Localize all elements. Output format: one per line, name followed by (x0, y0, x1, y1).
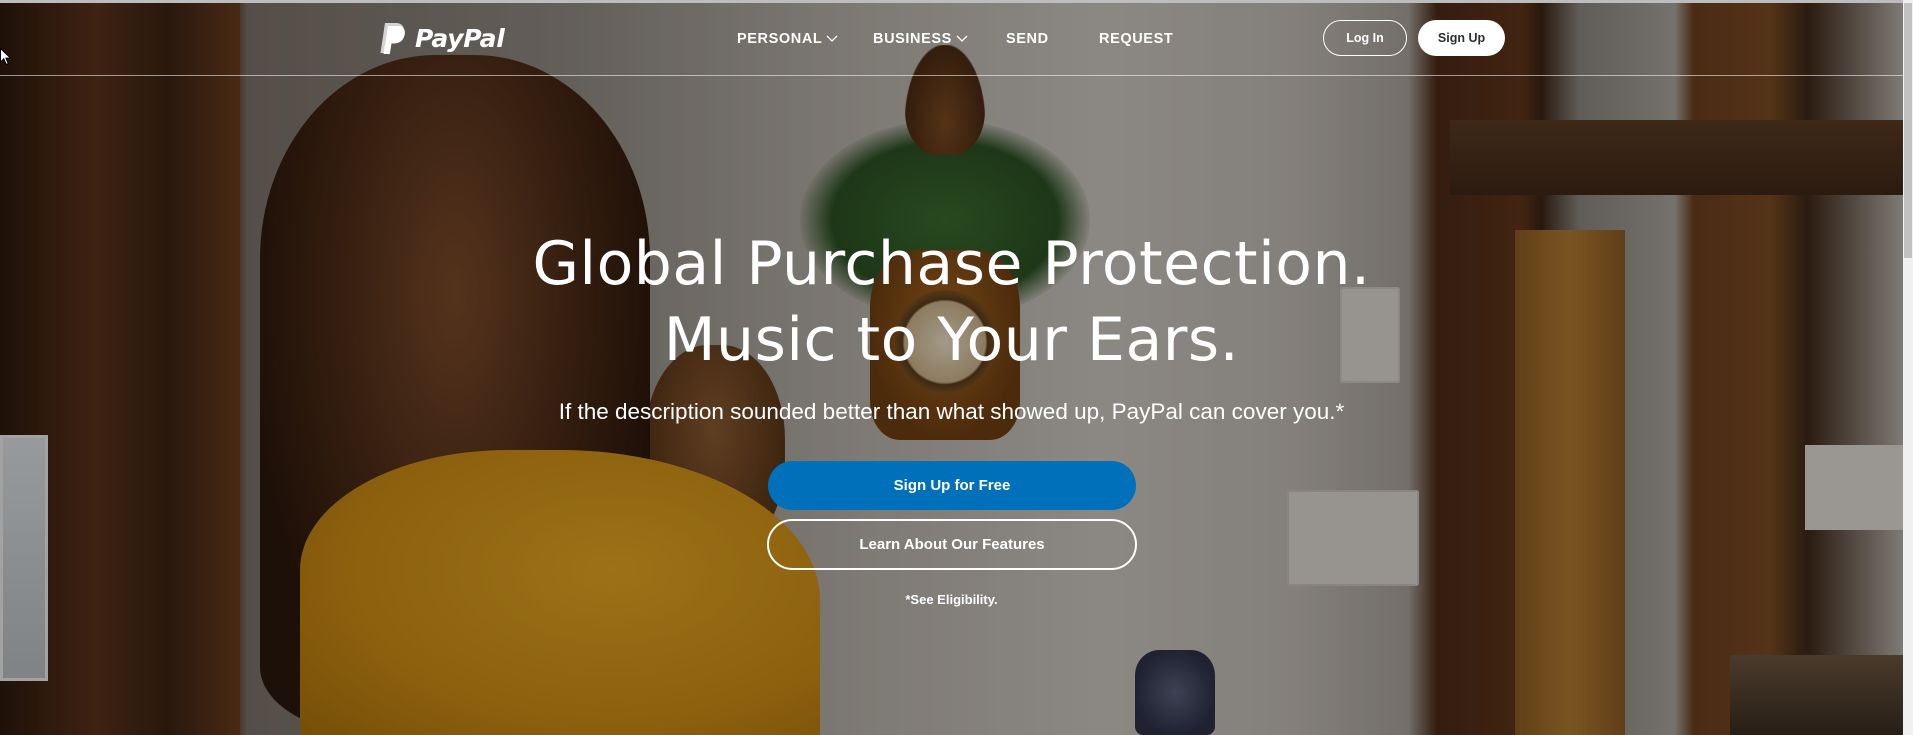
nav-item-label: SEND (1006, 31, 1049, 47)
paypal-logo[interactable]: PayPal (377, 22, 505, 55)
learn-features-button[interactable]: Learn About Our Features (767, 519, 1137, 570)
hero-subtitle: If the description sounded better than w… (558, 399, 1345, 424)
nav-item-label: REQUEST (1099, 31, 1174, 47)
mouse-cursor-icon (0, 48, 12, 66)
site-header: PayPal PERSONAL BUSINESS SEND REQUEST Lo… (0, 3, 1903, 76)
chevron-down-icon (956, 35, 968, 42)
nav-item-label: PERSONAL (737, 31, 823, 47)
nav-item-send[interactable]: SEND (1006, 31, 1049, 47)
hero-title: Global Purchase Protection. Music to You… (0, 226, 1903, 378)
nav-item-label: BUSINESS (873, 31, 952, 47)
paypal-logo-icon (380, 23, 405, 54)
nav-item-request[interactable]: REQUEST (1099, 31, 1173, 47)
hero-title-line-1: Global Purchase Protection. (532, 229, 1371, 299)
nav-item-business[interactable]: BUSINESS (873, 31, 968, 47)
hero-background: PayPal PERSONAL BUSINESS SEND REQUEST Lo… (0, 0, 1903, 735)
scrollbar-thumb[interactable] (1904, 3, 1912, 258)
hero-title-line-2: Music to Your Ears. (663, 305, 1240, 375)
vertical-scrollbar[interactable] (1903, 0, 1913, 735)
login-button[interactable]: Log In (1323, 20, 1407, 56)
sign-up-free-button[interactable]: Sign Up for Free (768, 461, 1136, 510)
see-eligibility-link[interactable]: *See Eligibility. (0, 592, 1903, 607)
chevron-down-icon (826, 35, 838, 42)
nav-item-personal[interactable]: PERSONAL (737, 31, 838, 47)
brand-name: PayPal (415, 24, 505, 53)
signup-button[interactable]: Sign Up (1418, 20, 1505, 56)
